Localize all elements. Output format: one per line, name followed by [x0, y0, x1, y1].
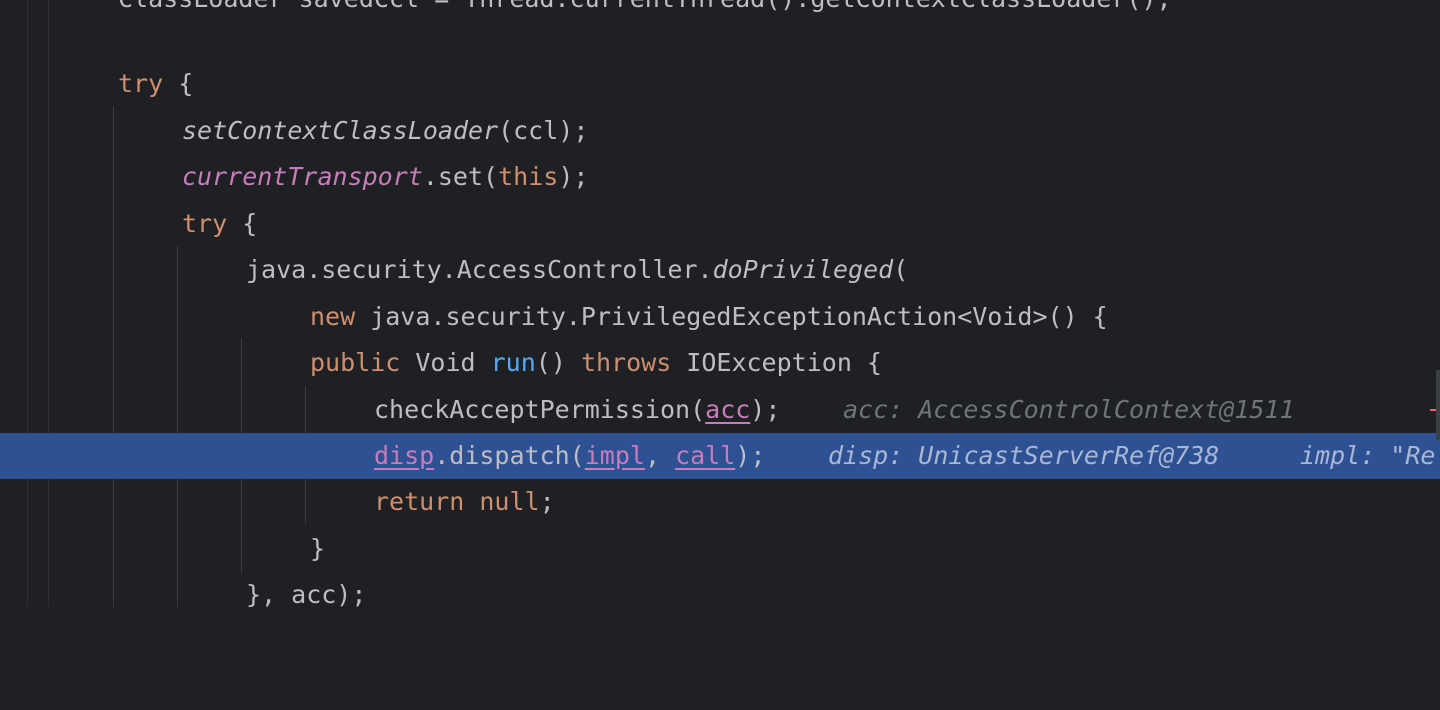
code-token: checkAcceptPermission(: [374, 395, 706, 424]
code-token: Void: [400, 348, 491, 377]
code-text: ClassLoader savedCcl = Thread.currentThr…: [118, 0, 1172, 22]
code-token: try: [118, 69, 164, 98]
code-token[interactable]: disp: [374, 441, 434, 470]
execution-point-line[interactable]: disp.dispatch(impl, call); disp: Unicast…: [0, 433, 1440, 479]
code-token: try: [182, 209, 228, 238]
code-token: .set(: [422, 162, 499, 191]
code-token: ,: [644, 441, 676, 470]
code-text: currentTransport.set(this);: [182, 154, 588, 200]
scrollbar-thumb[interactable]: [1436, 370, 1440, 440]
code-token: ClassLoader savedCcl = Thread.currentThr…: [118, 0, 1172, 13]
code-token: java.security.AccessController.: [246, 255, 713, 284]
code-token: }: [310, 534, 326, 563]
code-line[interactable]: currentTransport.set(this);: [0, 154, 1440, 200]
inline-debug-hint: disp: UnicastServerRef@738: [828, 441, 1220, 470]
code-token: return: [374, 487, 465, 516]
code-line[interactable]: setContextClassLoader(ccl);: [0, 108, 1440, 154]
code-text: java.security.AccessController.doPrivile…: [246, 247, 908, 293]
code-line[interactable]: checkAcceptPermission(acc); acc: AccessC…: [0, 387, 1440, 433]
code-text: }, acc);: [246, 572, 366, 618]
code-line[interactable]: }: [0, 526, 1440, 572]
code-text: setContextClassLoader(ccl);: [182, 108, 588, 154]
code-line[interactable]: public Void run() throws IOException {: [0, 340, 1440, 386]
code-token: null: [479, 487, 540, 516]
code-token[interactable]: acc: [705, 395, 750, 424]
code-token[interactable]: impl: [585, 441, 645, 470]
code-line[interactable]: }, acc);: [0, 572, 1440, 618]
code-text: try {: [118, 61, 193, 107]
code-line[interactable]: return null;: [0, 479, 1440, 525]
code-token: currentTransport: [182, 162, 423, 191]
code-token: public: [310, 348, 401, 377]
code-token: (ccl);: [498, 116, 589, 145]
code-token: java.security.PrivilegedExceptionAction<…: [355, 302, 1108, 331]
code-token: );: [750, 395, 781, 424]
code-token: {: [227, 209, 258, 238]
inline-debug-hint: acc: AccessControlContext@1511: [843, 395, 1295, 424]
code-token: .dispatch(: [434, 441, 585, 470]
code-token: setContextClassLoader: [182, 116, 499, 145]
code-token[interactable]: call: [675, 441, 735, 470]
code-token: (): [535, 348, 581, 377]
code-token: throws: [580, 348, 672, 377]
code-text: public Void run() throws IOException {: [310, 340, 882, 386]
code-text: return null;: [374, 479, 555, 525]
code-token: );: [735, 441, 766, 470]
code-text: new java.security.PrivilegedExceptionAct…: [310, 294, 1108, 340]
code-text: checkAcceptPermission(acc);: [374, 387, 780, 433]
code-editor[interactable]: ClassLoader savedCcl = Thread.currentThr…: [0, 0, 1440, 609]
code-token: ;: [539, 487, 555, 516]
code-line[interactable]: new java.security.PrivilegedExceptionAct…: [0, 294, 1440, 340]
code-line[interactable]: try {: [0, 201, 1440, 247]
code-token: new: [310, 302, 356, 331]
code-token: (: [893, 255, 909, 284]
code-token: this: [498, 162, 559, 191]
code-line[interactable]: try {: [0, 61, 1440, 107]
inline-debug-hint: impl: "Re: [1300, 441, 1436, 470]
code-token: }, acc);: [246, 580, 367, 609]
code-token: {: [163, 69, 194, 98]
code-token: run: [490, 348, 536, 377]
code-text: disp.dispatch(impl, call);: [374, 433, 765, 479]
code-token: doPrivileged: [712, 255, 894, 284]
code-line[interactable]: ClassLoader savedCcl = Thread.currentThr…: [0, 0, 1440, 22]
code-text: }: [310, 526, 325, 572]
code-token: IOException {: [671, 348, 882, 377]
code-line[interactable]: java.security.AccessController.doPrivile…: [0, 247, 1440, 293]
code-token: );: [558, 162, 589, 191]
code-text: try {: [182, 201, 257, 247]
